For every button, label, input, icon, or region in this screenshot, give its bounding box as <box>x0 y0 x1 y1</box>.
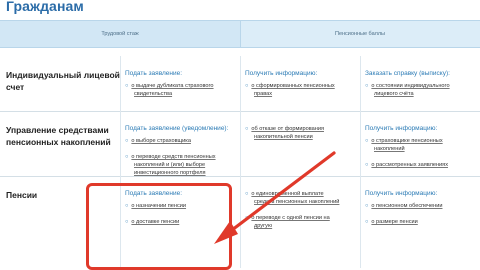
arrow-icon <box>214 151 336 244</box>
